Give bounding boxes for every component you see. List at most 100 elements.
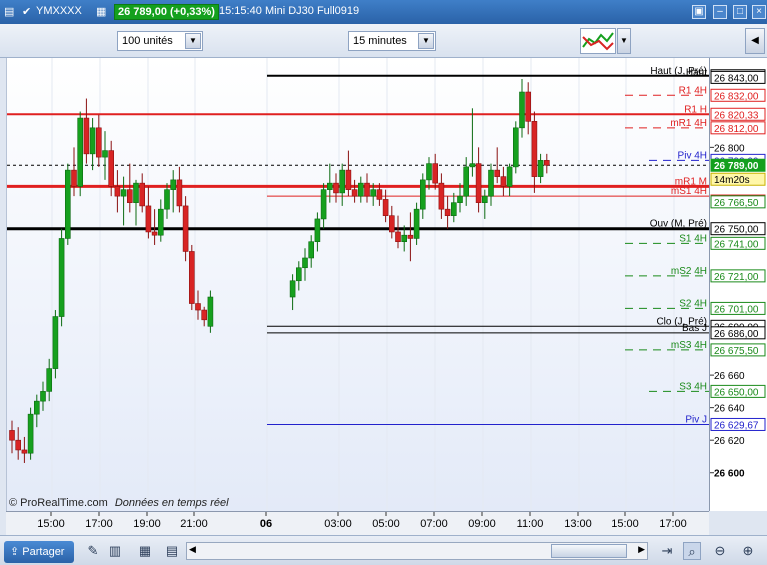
level-label: R1 4H [679, 85, 707, 96]
candle [419, 173, 426, 219]
price-axis-label: 26 600 [714, 469, 745, 480]
zoom-out-icon[interactable]: ⊖ [711, 542, 729, 560]
scrollbar-thumb[interactable] [551, 544, 627, 558]
candle [33, 394, 40, 428]
price-axis-label: 26 789,00 [714, 161, 759, 172]
candle [83, 98, 90, 164]
interval-value: 15 minutes [353, 35, 407, 47]
level-label: mR1 4H [670, 118, 707, 129]
interval-select[interactable]: 15 minutes ▼ [348, 31, 436, 51]
time-axis-label: 19:00 [133, 518, 161, 530]
candle [345, 150, 352, 197]
candle [9, 420, 15, 454]
price-axis-label: 26 750,00 [714, 225, 759, 236]
candle [506, 163, 513, 197]
time-axis-label: 06 [260, 518, 272, 530]
time-axis-label: 15:00 [37, 518, 65, 530]
time-axis-label: 17:00 [85, 518, 113, 530]
zoom-in-icon[interactable]: ⊕ [739, 542, 757, 560]
candle [469, 108, 476, 177]
scroll-to-end-icon[interactable]: ⇥ [658, 542, 676, 560]
zoom-fit-icon[interactable]: ⌕ [683, 542, 701, 560]
maximize-icon[interactable]: □ [733, 5, 747, 19]
candle [182, 196, 189, 262]
symbol-label[interactable]: YMXXXX [36, 5, 82, 17]
level-label: S1 4H [679, 233, 707, 244]
price-axis-label: 26 686,00 [714, 329, 759, 340]
toolbar: 100 unités ▼ 15 minutes ▼ ▼ ◀ [0, 24, 767, 58]
chevron-down-icon[interactable]: ▼ [418, 33, 434, 49]
time-axis-label: 05:00 [372, 518, 400, 530]
price-chart[interactable]: Haut (J, Pré)HautR1 4HR1 HmR1 4HPiv 4HmR… [7, 58, 710, 511]
share-label: Partager [22, 546, 65, 558]
chevron-down-icon[interactable]: ▼ [185, 33, 201, 49]
time-axis-label: 03:00 [324, 518, 352, 530]
candle [537, 153, 544, 184]
price-axis-label: 26 832,00 [714, 91, 759, 102]
panel-toggle-icon[interactable]: ◀ [745, 28, 765, 54]
realtime-label: Données en temps réel [114, 497, 229, 509]
candle [77, 111, 83, 197]
minimize-icon[interactable]: – [713, 5, 727, 19]
source-label: © ProRealTime.com [9, 497, 108, 509]
close-icon[interactable]: × [752, 5, 766, 19]
candle [333, 173, 339, 203]
quantity-select[interactable]: 100 unités ▼ [117, 31, 203, 51]
time-axis-label: 09:00 [468, 518, 496, 530]
bottom-bar: ⇪ Partager ✎ ▥ ▦ ▤ ◀ ▶ ⇥ ⌕ ⊖ ⊕ [0, 535, 767, 565]
candle [500, 166, 507, 197]
candle [364, 173, 370, 203]
candle [488, 163, 494, 206]
candle [531, 111, 538, 193]
time-axis-labels: 15:00 17:00 19:00 21:00 06 03:00 05:00 07:00 09:… [37, 512, 687, 530]
price-axis-label: 26 721,00 [714, 272, 759, 283]
candle [114, 170, 121, 213]
candle [139, 173, 145, 213]
candle [176, 166, 183, 213]
indicator-chart-icon[interactable] [580, 28, 616, 54]
price-axis-label: 26 741,00 [714, 239, 759, 250]
candle [519, 79, 525, 138]
time-axis[interactable]: 15:00 17:00 19:00 21:00 06 03:00 05:00 07:00 09:… [6, 511, 709, 535]
settings-icon[interactable]: ▦ [96, 5, 106, 18]
candle [463, 157, 470, 206]
candle [145, 186, 152, 239]
level-label: mS1 4H [671, 186, 707, 197]
chevron-down-icon[interactable]: ▼ [617, 28, 631, 54]
price-axis-label: 26 650,00 [714, 387, 759, 398]
candle [525, 82, 532, 135]
candle [120, 176, 127, 226]
pin-icon[interactable]: ▣ [692, 5, 706, 19]
candle [438, 173, 445, 219]
level-label: mS2 4H [671, 266, 707, 277]
level-label: Haut [686, 67, 707, 78]
scroll-right-icon[interactable]: ▶ [638, 544, 645, 555]
level-label: mS3 4H [671, 340, 707, 351]
candle [395, 215, 401, 249]
grid-icon[interactable]: ▦ [136, 542, 154, 560]
scroll-left-icon[interactable]: ◀ [189, 544, 196, 555]
chart-plot-area[interactable]: Haut (J, Pré) Haut R1 4H R1 HmR1 4H Piv 4H mR… [6, 58, 710, 511]
time-axis-label: 07:00 [420, 518, 448, 530]
candle [413, 202, 420, 245]
price-change-badge: 26 789,00 (+0,33%) [114, 4, 219, 20]
candle [512, 121, 519, 174]
indicator-icon[interactable]: ▥ [106, 542, 124, 560]
candle [201, 306, 207, 327]
drawing-tools-icon[interactable]: ✎ [84, 542, 102, 560]
share-button[interactable]: ⇪ Partager [4, 541, 74, 563]
chart-scrollbar[interactable]: ◀ ▶ [186, 542, 648, 560]
collapse-icon[interactable]: ✔ [22, 5, 31, 18]
candle [195, 290, 201, 320]
countdown-label: 14m20s [714, 175, 750, 186]
title-bar: ▤ ✔ YMXXXX ▦ 26 789,00 (+0,33%) 15:15:40… [0, 0, 767, 24]
layout-icon[interactable]: ▤ [163, 542, 181, 560]
chart-icon[interactable]: ▤ [4, 5, 14, 18]
price-axis[interactable]: 26 844,0026 843,0026 832,0026 820,3326 8… [709, 58, 767, 511]
candle [71, 147, 77, 197]
candle [314, 212, 321, 252]
watermark: © ProRealTime.com Données en temps réel [9, 497, 229, 509]
level-label: S2 4H [679, 298, 707, 309]
candle [543, 153, 550, 174]
quantity-value: 100 unités [122, 35, 173, 47]
